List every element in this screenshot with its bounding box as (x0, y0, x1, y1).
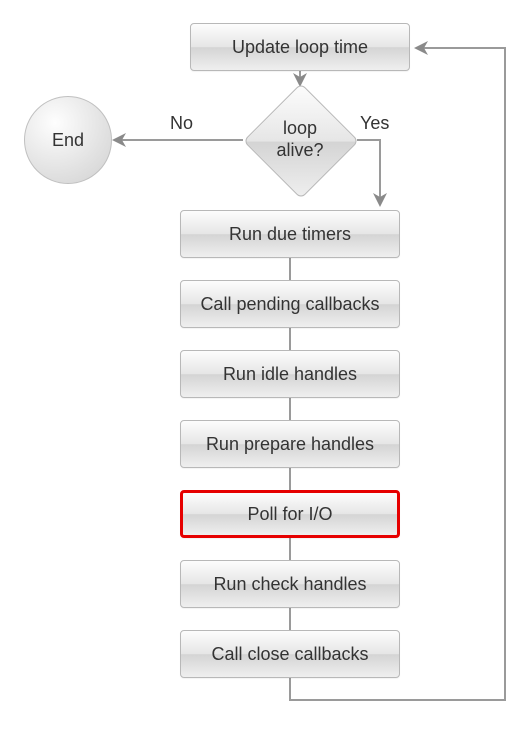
edge-label-no: No (170, 113, 193, 134)
node-run-check-handles: Run check handles (180, 560, 400, 608)
node-label: loop alive? (276, 118, 323, 161)
node-label: Update loop time (232, 37, 368, 58)
node-label: Run check handles (213, 574, 366, 595)
node-end: End (24, 96, 112, 184)
node-label: End (52, 130, 84, 151)
node-label: Call close callbacks (211, 644, 368, 665)
node-update-loop-time: Update loop time (190, 23, 410, 71)
node-loop-alive: loop alive? (245, 85, 355, 195)
edge-label-yes: Yes (360, 113, 389, 134)
node-label: Run prepare handles (206, 434, 374, 455)
node-label: Run idle handles (223, 364, 357, 385)
node-run-due-timers: Run due timers (180, 210, 400, 258)
node-label: Call pending callbacks (200, 294, 379, 315)
node-run-prepare-handles: Run prepare handles (180, 420, 400, 468)
node-poll-for-io: Poll for I/O (180, 490, 400, 538)
node-call-close-callbacks: Call close callbacks (180, 630, 400, 678)
node-run-idle-handles: Run idle handles (180, 350, 400, 398)
node-label: Poll for I/O (247, 504, 332, 525)
node-call-pending-callbacks: Call pending callbacks (180, 280, 400, 328)
node-label: Run due timers (229, 224, 351, 245)
